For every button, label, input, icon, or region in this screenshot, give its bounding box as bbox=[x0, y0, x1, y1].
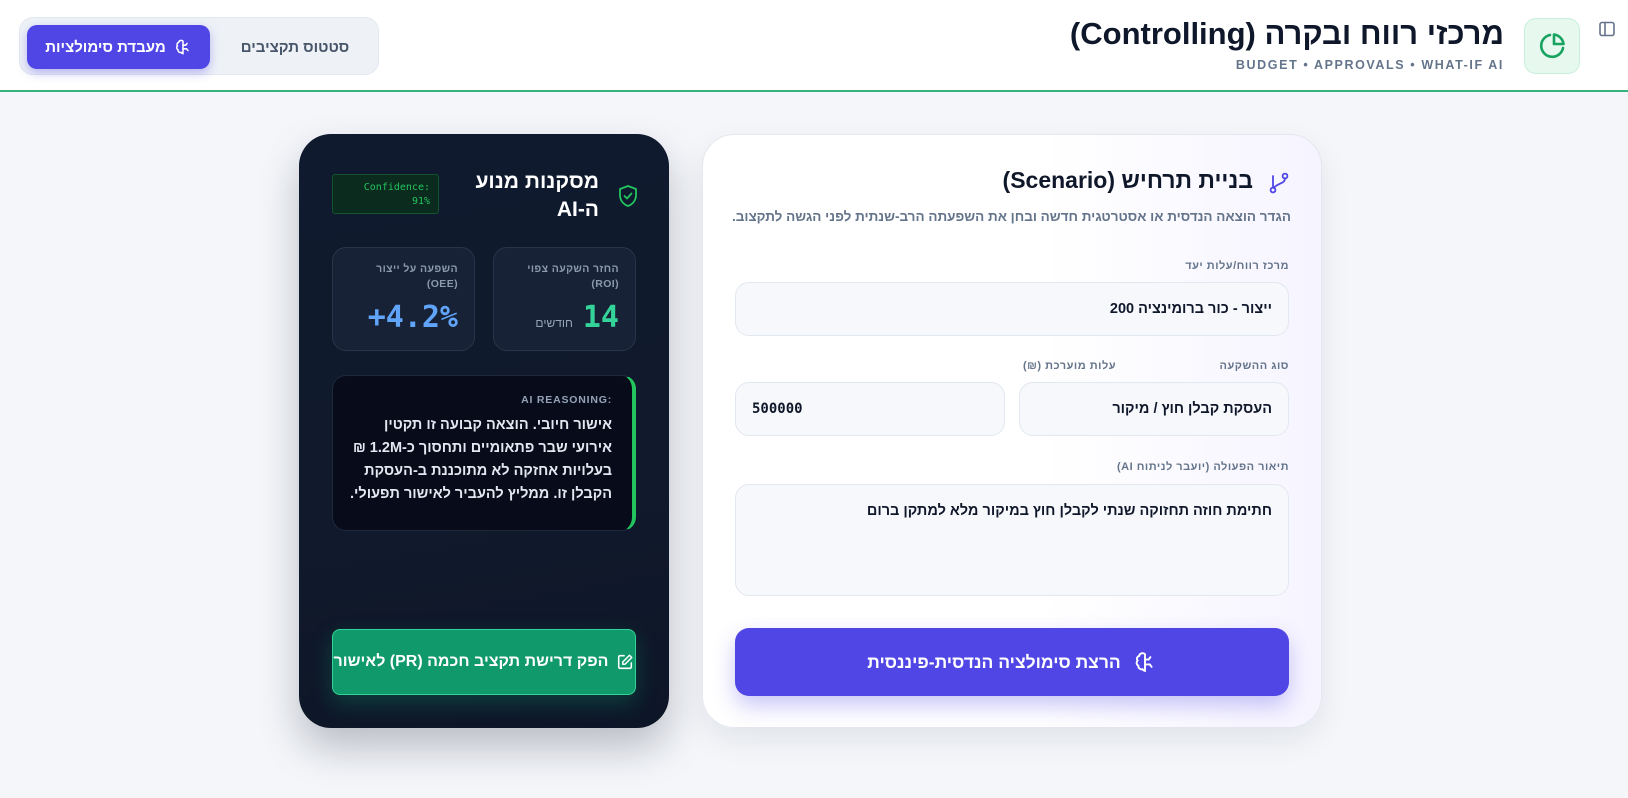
page-subtitle: BUDGET • APPROVALS • WHAT-IF AI bbox=[1235, 58, 1504, 72]
ai-reasoning-box: AI REASONING: אישור חיובי. הוצאה קבועה ז… bbox=[332, 375, 636, 531]
confidence-label: Confidence: bbox=[363, 182, 430, 193]
estimated-cost-value: 500000 bbox=[752, 401, 803, 417]
tab-budget-status[interactable]: סטטוס תקציבים bbox=[217, 25, 373, 69]
investment-type-select[interactable]: העסקת קבלן חוץ / מיקור bbox=[1019, 382, 1289, 436]
ai-conclusions-title: מסקנות מנוע ה-AI bbox=[475, 170, 599, 221]
scenario-title: בניית תרחיש (Scenario) bbox=[1002, 167, 1253, 193]
scenario-description: הגדר הוצאה הנדסית או אסטרטגית חדשה ובחן … bbox=[731, 209, 1291, 224]
tab-simulation-lab-label: מעבדת סימולציות bbox=[45, 38, 166, 56]
roi-value: 14 bbox=[582, 300, 619, 335]
page-title: מרכזי רווח ובקרה (Controlling) bbox=[1069, 16, 1504, 51]
generate-pr-button[interactable]: הפק דרישת תקציב חכמה (PR) לאישור bbox=[332, 629, 636, 695]
roi-unit: חודשים bbox=[535, 316, 573, 330]
app-header: מרכזי רווח ובקרה (Controlling) BUDGET • … bbox=[0, 0, 1628, 92]
roi-metric-card: החזר השקעה צפוי (ROI) 14 חודשים bbox=[493, 247, 636, 351]
action-description-textarea[interactable]: חתימת חוזה תחזוקה שנתי לקבלן חוץ במיקור … bbox=[735, 484, 1289, 596]
oee-label: השפעה על ייצור (OEE) bbox=[376, 263, 458, 290]
run-simulation-label: הרצת סימולציה הנדסית-פיננסית bbox=[867, 651, 1121, 672]
target-center-field[interactable]: ייצור - כור ברומינציה 200 bbox=[735, 282, 1289, 336]
run-simulation-button[interactable]: הרצת סימולציה הנדסית-פיננסית bbox=[735, 628, 1289, 696]
target-center-value: ייצור - כור ברומינציה 200 bbox=[1109, 301, 1272, 317]
oee-metric-card: השפעה על ייצור (OEE) +4.2% bbox=[332, 247, 475, 351]
ai-reasoning-text: אישור חיובי. הוצאה קבועה זו תקטין אירועי… bbox=[350, 417, 612, 502]
pie-chart-icon bbox=[1524, 18, 1580, 74]
investment-type-label: סוג ההשקעה bbox=[1219, 360, 1289, 372]
action-description-value: חתימת חוזה תחזוקה שנתי לקבלן חוץ במיקור … bbox=[866, 503, 1272, 519]
tab-simulation-lab[interactable]: מעבדת סימולציות bbox=[27, 25, 210, 69]
oee-value: +4.2% bbox=[367, 300, 458, 335]
edit-document-icon bbox=[618, 654, 633, 670]
generate-pr-label: הפק דרישת תקציב חכמה (PR) לאישור bbox=[333, 653, 609, 670]
shield-check-icon bbox=[617, 184, 639, 213]
brain-icon bbox=[175, 39, 189, 55]
ai-conclusions-card: מסקנות מנוע ה-AI Confidence: 91% החזר הש… bbox=[299, 134, 669, 728]
brain-icon bbox=[1135, 652, 1153, 672]
scenario-builder-card: בניית תרחיש (Scenario) הגדר הוצאה הנדסית… bbox=[702, 134, 1322, 728]
roi-label: החזר השקעה צפוי (ROI) bbox=[527, 263, 619, 290]
action-description-label: תיאור הפעולה (יועבר לניתוח AI) bbox=[1116, 461, 1289, 473]
confidence-value: 91% bbox=[411, 196, 430, 207]
target-center-label: מרכז רווח/עלות יעד bbox=[1185, 260, 1289, 272]
estimated-cost-input[interactable]: 500000 bbox=[735, 382, 1005, 436]
ai-reasoning-label: AI REASONING: bbox=[521, 394, 612, 406]
tab-budget-status-label: סטטוס תקציבים bbox=[240, 38, 350, 56]
view-tabs: מעבדת סימולציות סטטוס תקציבים bbox=[19, 17, 379, 75]
sidebar-panel-icon[interactable] bbox=[1594, 16, 1620, 42]
investment-type-value: העסקת קבלן חוץ / מיקור bbox=[1112, 401, 1272, 417]
confidence-badge: Confidence: 91% bbox=[332, 174, 439, 214]
estimated-cost-label: עלות מוערכת (₪) bbox=[1023, 360, 1117, 372]
git-branch-icon bbox=[1267, 171, 1291, 200]
